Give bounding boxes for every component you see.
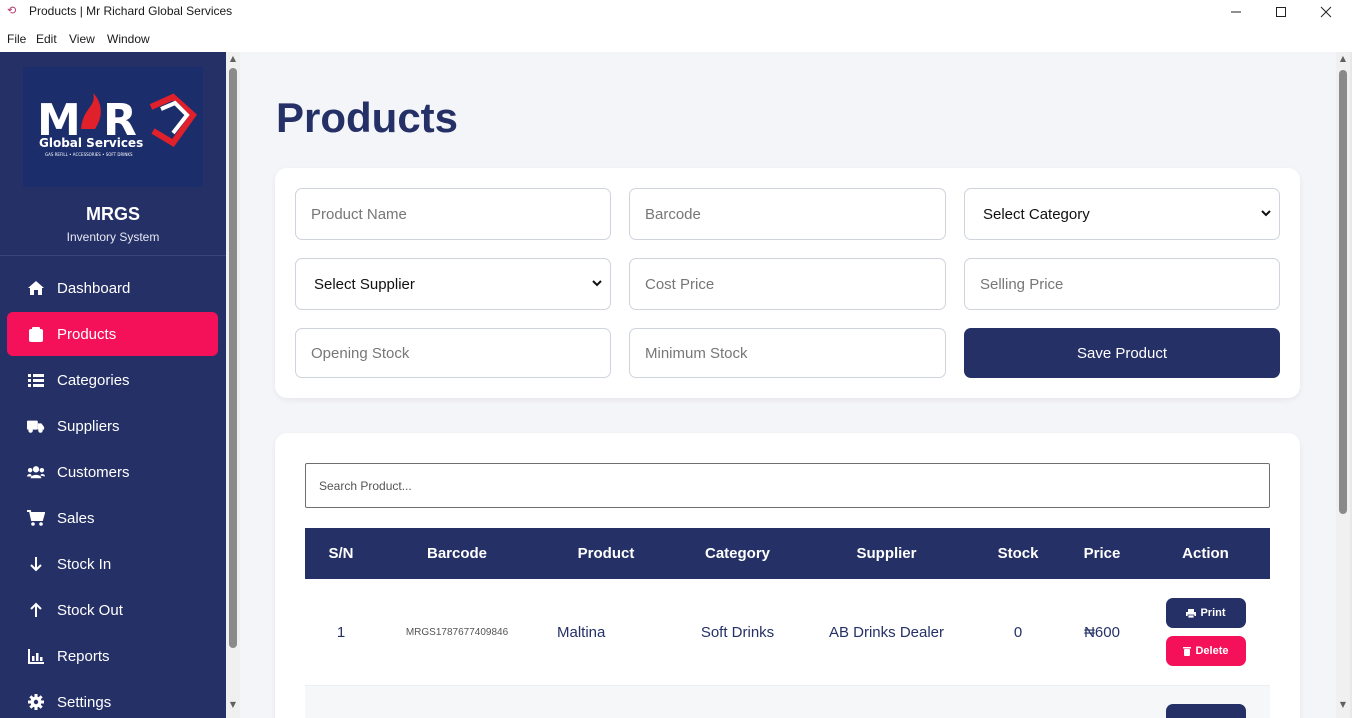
- cell-barcode: MRGS1787677409846: [405, 627, 509, 638]
- scroll-down-icon[interactable]: ▼: [226, 700, 240, 714]
- selling-price-input[interactable]: Selling Price: [964, 258, 1280, 310]
- barcode-input[interactable]: Barcode: [629, 188, 946, 240]
- search-product-input[interactable]: Search Product...: [305, 463, 1270, 508]
- sidebar-item-sales[interactable]: Sales: [7, 496, 218, 540]
- users-icon: [27, 465, 45, 479]
- sidebar-item-dashboard[interactable]: Dashboard: [7, 266, 218, 310]
- column-header: Price: [1083, 545, 1121, 562]
- main-scrollbar-thumb[interactable]: [1339, 70, 1347, 514]
- menubar: File Edit View Window: [0, 26, 1352, 52]
- category-select-value: Select Category: [983, 205, 1090, 223]
- product-form-card: Product Name Barcode Select Category Sel…: [275, 168, 1300, 398]
- svg-text:Global Services: Global Services: [39, 136, 143, 150]
- sidebar-item-customers[interactable]: Customers: [7, 450, 218, 494]
- sidebar-item-label: Sales: [57, 509, 95, 527]
- arrow-up-icon: [27, 602, 45, 618]
- print-button[interactable]: [1166, 704, 1246, 718]
- sidebar: M R Global Services GAS REFILL • ACCESSO…: [0, 52, 226, 718]
- sidebar-item-label: Stock Out: [57, 601, 123, 619]
- sidebar-item-suppliers[interactable]: Suppliers: [7, 404, 218, 448]
- scroll-up-icon[interactable]: ▲: [226, 54, 240, 68]
- save-product-button[interactable]: Save Product: [964, 328, 1280, 378]
- table-row: [305, 686, 1270, 718]
- delete-button[interactable]: Delete: [1166, 636, 1246, 666]
- sidebar-item-products[interactable]: Products: [7, 312, 218, 356]
- sidebar-item-reports[interactable]: Reports: [7, 634, 218, 678]
- sidebar-item-label: Suppliers: [57, 417, 120, 435]
- cell-product: Maltina: [557, 624, 606, 641]
- brand-name: MRGS: [86, 204, 140, 224]
- product-table-card: Search Product... S/N Barcode Product Ca…: [275, 433, 1300, 718]
- column-header: S/N: [328, 545, 354, 562]
- brand-subtitle: Inventory System: [66, 230, 160, 244]
- svg-text:GAS REFILL • ACCESSORIES • SOF: GAS REFILL • ACCESSORIES • SOFT DRINKS: [45, 152, 133, 157]
- window-title: Products | Mr Richard Global Services: [29, 4, 233, 18]
- supplier-select-value: Select Supplier: [314, 275, 415, 293]
- column-header: Stock: [997, 545, 1039, 562]
- home-icon: [27, 280, 45, 296]
- product-name-input[interactable]: Product Name: [295, 188, 611, 240]
- sidebar-item-label: Categories: [57, 371, 130, 389]
- table-row: 1 MRGS1787677409846 Maltina Soft Drinks …: [305, 579, 1270, 686]
- sidebar-item-label: Stock In: [57, 555, 112, 573]
- box-icon: [27, 326, 45, 342]
- sidebar-item-settings[interactable]: Settings: [7, 680, 218, 718]
- close-icon[interactable]: [1303, 0, 1349, 24]
- sidebar-item-stock-in[interactable]: Stock In: [7, 542, 218, 586]
- menu-file[interactable]: File: [7, 32, 26, 46]
- company-logo: M R Global Services GAS REFILL • ACCESSO…: [23, 67, 203, 187]
- cell-stock: 0: [1013, 624, 1023, 641]
- category-select[interactable]: Select Category: [964, 188, 1280, 240]
- cell-sn: 1: [336, 624, 346, 641]
- cell-price: ₦600: [1084, 624, 1120, 641]
- sidebar-item-label: Dashboard: [57, 279, 131, 297]
- sidebar-item-label: Products: [57, 325, 117, 343]
- page-title: Products: [276, 94, 459, 141]
- arrow-down-icon: [27, 556, 45, 572]
- chart-icon: [27, 648, 45, 664]
- column-header: Barcode: [426, 545, 488, 562]
- chevron-down-icon: [592, 280, 602, 287]
- list-icon: [27, 373, 45, 387]
- minimum-stock-input[interactable]: Minimum Stock: [629, 328, 946, 378]
- app-logo-icon: ⟲: [7, 4, 17, 17]
- menu-window[interactable]: Window: [107, 32, 150, 46]
- maximize-icon[interactable]: [1258, 0, 1304, 24]
- window-titlebar: ⟲ Products | Mr Richard Global Services: [0, 0, 1352, 26]
- scroll-up-icon[interactable]: ▲: [1336, 54, 1350, 68]
- minimize-icon[interactable]: [1213, 0, 1259, 24]
- sidebar-divider: [0, 255, 226, 256]
- chevron-down-icon: [1261, 210, 1271, 217]
- sidebar-scrollbar-thumb[interactable]: [229, 68, 237, 648]
- print-label: Print: [1200, 607, 1226, 619]
- column-header: Category: [704, 545, 771, 562]
- column-header: Product: [577, 545, 635, 562]
- delete-label: Delete: [1195, 645, 1229, 657]
- cell-supplier: AB Drinks Dealer: [828, 624, 945, 641]
- sidebar-item-label: Settings: [57, 693, 112, 711]
- print-button[interactable]: Print: [1166, 598, 1246, 628]
- sidebar-item-label: Customers: [57, 463, 130, 481]
- truck-icon: [27, 419, 45, 434]
- menu-view[interactable]: View: [69, 32, 95, 46]
- sidebar-item-label: Reports: [57, 647, 110, 665]
- main-content: Products Product Name Barcode Select Cat…: [240, 52, 1336, 718]
- table-header: S/N Barcode Product Category Supplier St…: [305, 528, 1270, 579]
- column-header: Supplier: [856, 545, 917, 562]
- trash-icon: [1183, 647, 1192, 656]
- column-header: Action: [1182, 545, 1229, 562]
- gear-icon: [27, 694, 45, 710]
- menu-edit[interactable]: Edit: [36, 32, 57, 46]
- cell-category: Soft Drinks: [700, 624, 775, 641]
- supplier-select[interactable]: Select Supplier: [295, 258, 611, 310]
- cost-price-input[interactable]: Cost Price: [629, 258, 946, 310]
- scroll-down-icon[interactable]: ▼: [1336, 700, 1350, 714]
- printer-icon: [1186, 608, 1197, 618]
- opening-stock-input[interactable]: Opening Stock: [295, 328, 611, 378]
- sidebar-item-stock-out[interactable]: Stock Out: [7, 588, 218, 632]
- sidebar-item-categories[interactable]: Categories: [7, 358, 218, 402]
- cart-icon: [27, 510, 45, 526]
